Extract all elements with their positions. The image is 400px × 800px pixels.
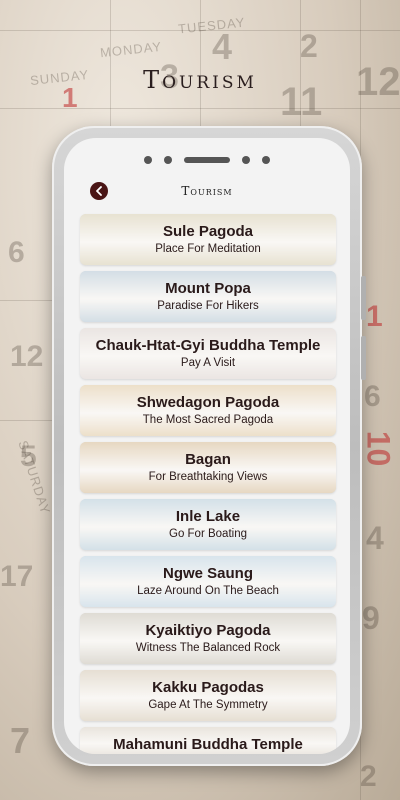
place-card[interactable]: Mount Popa Paradise For Hikers xyxy=(80,271,336,322)
bg-day: MONDAY xyxy=(99,38,163,61)
bg-number: 4 xyxy=(212,26,233,67)
bg-number: 7 xyxy=(10,720,31,761)
bg-number: 12 xyxy=(10,340,44,373)
place-name: Bagan xyxy=(185,451,231,468)
screen-header: Tourism xyxy=(64,178,350,208)
bg-number: 6 xyxy=(8,236,25,269)
bg-number: 2 xyxy=(360,760,377,793)
bg-number: 9 xyxy=(362,600,380,636)
place-tagline: For Breathtaking Views xyxy=(148,471,268,483)
camera-dot xyxy=(262,156,270,164)
place-tagline: Pay A Visit xyxy=(180,357,236,369)
screen-title: Tourism xyxy=(181,184,233,198)
place-card[interactable]: Kyaiktiyo Pagoda Witness The Balanced Roc… xyxy=(80,613,336,664)
side-button xyxy=(361,276,366,320)
bg-number: 17 xyxy=(0,560,34,593)
sensor-dot xyxy=(164,156,172,164)
place-card[interactable]: Inle Lake Go For Boating xyxy=(80,499,336,550)
place-name: Shwedagon Pagoda xyxy=(136,394,280,411)
bg-number: 2 xyxy=(300,28,318,64)
speaker-grille xyxy=(184,157,230,163)
place-name: Kyaiktiyo Pagoda xyxy=(145,622,271,639)
bg-number: 10 xyxy=(360,430,397,467)
place-tagline: Go For Boating xyxy=(169,528,247,540)
place-card[interactable]: Sule Pagoda Place For Meditation xyxy=(80,214,336,265)
place-name: Mount Popa xyxy=(165,280,251,297)
place-card[interactable]: Kakku Pagodas Gape At The Symmetry xyxy=(80,670,336,721)
phone-mockup: Tourism Sule Pagoda Place For Meditation M… xyxy=(52,126,366,766)
camera-dot xyxy=(144,156,152,164)
place-card[interactable]: Mahamuni Buddha Temple xyxy=(80,727,336,754)
bg-number: 1 xyxy=(366,300,383,333)
bg-number: 6 xyxy=(364,380,381,413)
place-card[interactable]: Ngwe Saung Laze Around On The Beach xyxy=(80,556,336,607)
place-card[interactable]: Bagan For Breathtaking Views xyxy=(80,442,336,493)
phone-screen: Tourism Sule Pagoda Place For Meditation M… xyxy=(64,138,350,754)
place-card[interactable]: Shwedagon Pagoda The Most Sacred Pagoda xyxy=(80,385,336,436)
place-tagline: Laze Around On The Beach xyxy=(137,585,279,597)
place-tagline: Witness The Balanced Rock xyxy=(135,642,281,654)
place-tagline: Gape At The Symmetry xyxy=(148,699,268,711)
app-title: Tourism xyxy=(143,66,257,94)
place-card[interactable]: Chauk-Htat-Gyi Buddha Temple Pay A Visit xyxy=(80,328,336,379)
place-name: Mahamuni Buddha Temple xyxy=(113,736,303,753)
place-tagline: Place For Meditation xyxy=(155,243,261,255)
sensor-dot xyxy=(242,156,250,164)
place-tagline: Paradise For Hikers xyxy=(157,300,259,312)
place-name: Kakku Pagodas xyxy=(152,679,264,696)
place-name: Sule Pagoda xyxy=(162,223,254,240)
place-name: Chauk-Htat-Gyi Buddha Temple xyxy=(95,337,321,354)
place-name: Ngwe Saung xyxy=(162,565,253,582)
notch xyxy=(144,156,270,164)
bg-number: 4 xyxy=(366,520,384,556)
side-button xyxy=(361,336,366,380)
bg-number: 5 xyxy=(20,440,37,473)
place-list: Sule Pagoda Place For Meditation Mount Pop… xyxy=(80,214,336,754)
place-name: Inle Lake xyxy=(175,508,241,525)
place-tagline: The Most Sacred Pagoda xyxy=(142,414,274,426)
